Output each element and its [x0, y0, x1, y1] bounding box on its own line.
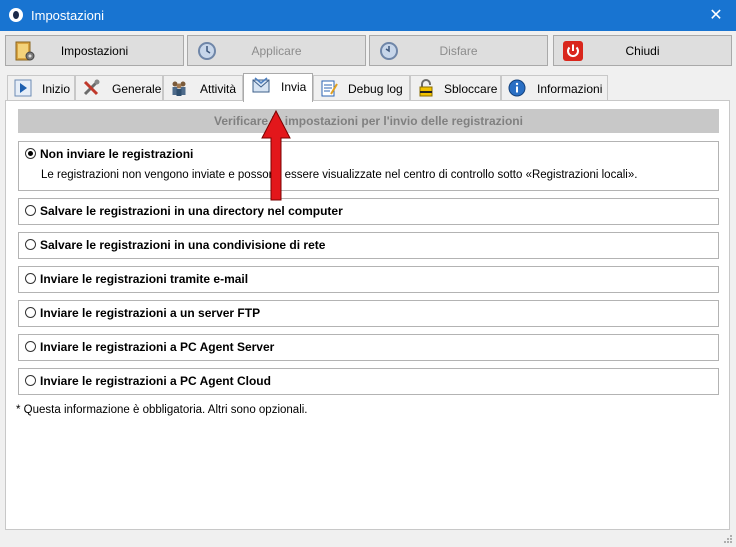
toolbar: Impostazioni Applicare Disfare Chiudi — [0, 31, 736, 71]
option-label: Salvare le registrazioni in una director… — [40, 204, 343, 218]
option-label: Inviare le registrazioni a PC Agent Clou… — [40, 374, 271, 388]
radio-button[interactable] — [25, 148, 36, 159]
radio-button[interactable] — [25, 273, 36, 284]
option-label: Inviare le registrazioni tramite e-mail — [40, 272, 249, 286]
option-agent-server[interactable]: Inviare le registrazioni a PC Agent Serv… — [18, 334, 719, 361]
padlock-icon — [419, 79, 433, 97]
tools-icon — [83, 79, 100, 96]
tab-informazioni[interactable]: Informazioni — [501, 75, 608, 100]
option-agent-cloud[interactable]: Inviare le registrazioni a PC Agent Clou… — [18, 368, 719, 395]
settings-button-label: Impostazioni — [60, 44, 129, 58]
tab-invia[interactable]: Invia — [243, 73, 313, 102]
play-icon — [14, 79, 32, 97]
annotation-arrow-icon — [261, 109, 291, 201]
option-email[interactable]: Inviare le registrazioni tramite e-mail — [18, 266, 719, 293]
option-label: Inviare le registrazioni a PC Agent Serv… — [40, 340, 275, 354]
apply-button[interactable]: Applicare — [187, 35, 366, 66]
radio-button[interactable] — [25, 205, 36, 216]
option-description: Le registrazioni non vengono inviate e p… — [41, 169, 638, 181]
window-close-button[interactable]: ✕ — [696, 0, 736, 31]
envelope-icon — [252, 77, 270, 93]
tab-inizio[interactable]: Inizio — [7, 75, 75, 100]
resize-grip-icon[interactable] — [723, 534, 733, 544]
required-footnote: * Questa informazione è obbligatoria. Al… — [16, 404, 308, 416]
invia-panel: Verificare le impostazioni per l'invio d… — [5, 100, 730, 530]
option-label: Non inviare le registrazioni — [40, 147, 194, 161]
apply-button-label: Applicare — [251, 44, 302, 58]
radio-button[interactable] — [25, 341, 36, 352]
section-header: Verificare le impostazioni per l'invio d… — [18, 109, 719, 133]
option-label: Salvare le registrazioni in una condivis… — [40, 238, 326, 252]
tab-debug-log[interactable]: Debug log — [313, 75, 410, 100]
close-button-label: Chiudi — [625, 44, 660, 58]
settings-button[interactable]: Impostazioni — [5, 35, 184, 66]
notepad-icon — [321, 80, 338, 97]
close-button[interactable]: Chiudi — [553, 35, 732, 66]
option-ftp[interactable]: Inviare le registrazioni a un server FTP — [18, 300, 719, 327]
undo-button[interactable]: Disfare — [369, 35, 548, 66]
title-bar: Impostazioni ✕ — [0, 0, 736, 31]
option-no-send[interactable]: Non inviare le registrazioni Le registra… — [18, 141, 719, 191]
info-icon — [508, 79, 526, 97]
option-local-directory[interactable]: Salvare le registrazioni in una director… — [18, 198, 719, 225]
radio-button[interactable] — [25, 239, 36, 250]
tab-generale[interactable]: Generale — [75, 75, 163, 100]
tab-strip: Inizio Generale Attività Invia Debug log… — [0, 73, 736, 102]
tab-sbloccare[interactable]: Sbloccare — [410, 75, 501, 100]
option-network-share[interactable]: Salvare le registrazioni in una condivis… — [18, 232, 719, 259]
window-title: Impostazioni — [31, 8, 104, 23]
tab-attivita[interactable]: Attività — [163, 75, 243, 100]
app-icon — [9, 8, 23, 22]
option-label: Inviare le registrazioni a un server FTP — [40, 306, 261, 320]
radio-button[interactable] — [25, 307, 36, 318]
radio-button[interactable] — [25, 375, 36, 386]
undo-button-label: Disfare — [439, 44, 478, 58]
people-icon — [172, 81, 186, 96]
